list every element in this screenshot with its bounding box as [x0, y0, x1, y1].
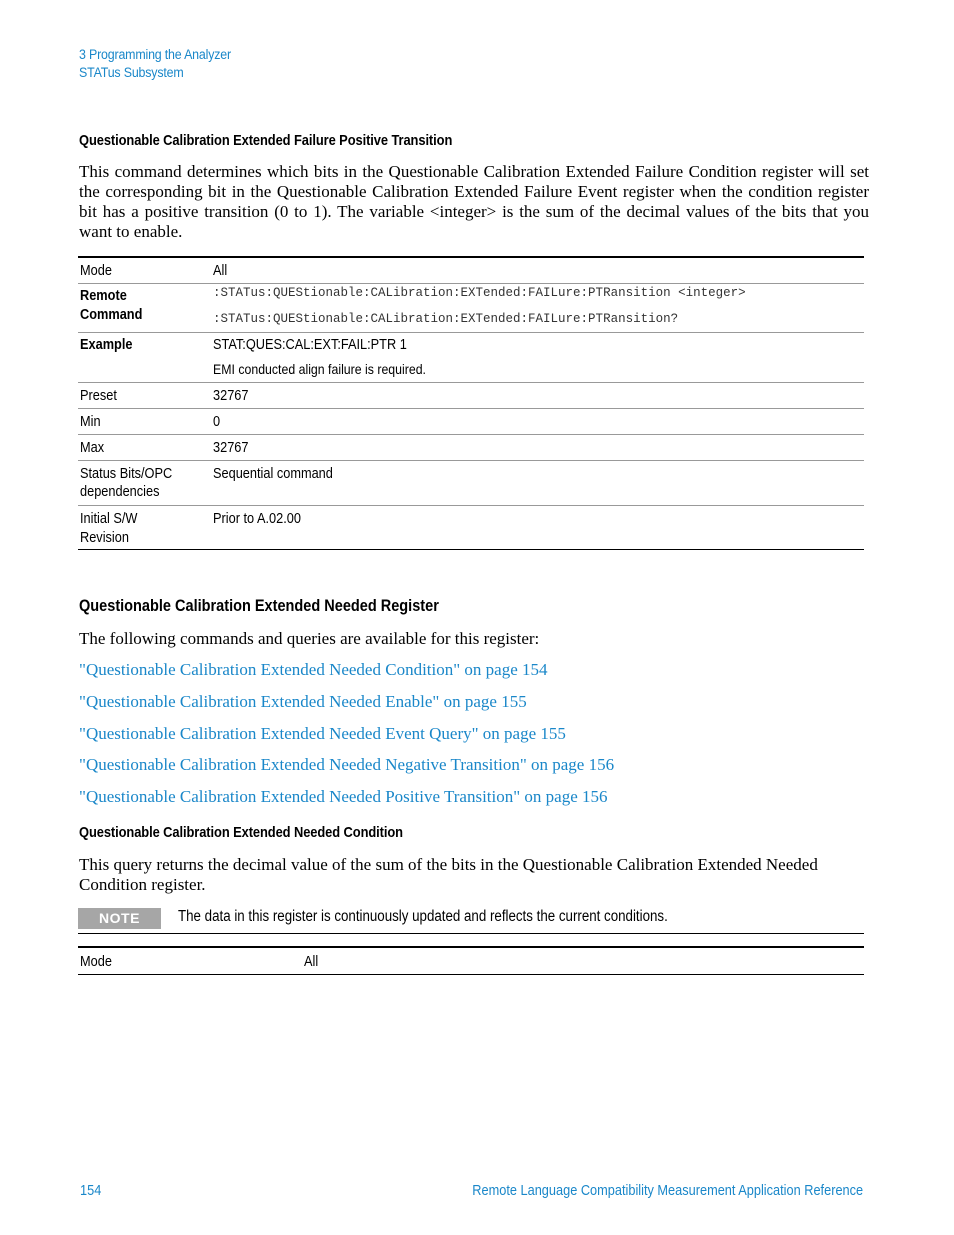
needed-register-heading: Questionable Calibration Extended Needed… [79, 597, 439, 615]
row-label-example: Example [80, 337, 133, 353]
mode-table-value: All [304, 954, 319, 970]
row-label-initial-2: Revision [80, 530, 129, 546]
needed-condition-heading: Questionable Calibration Extended Needed… [79, 824, 403, 841]
table-row-mode: Mode All [78, 258, 864, 284]
row-value-status: Sequential command [213, 466, 333, 482]
link-needed-positive-transition[interactable]: "Questionable Calibration Extended Neede… [79, 787, 608, 807]
mode-table-bottom-rule [78, 974, 864, 975]
page-number: 154 [80, 1183, 102, 1199]
remote-command-query: :STATus:QUEStionable:CALibration:EXTende… [213, 312, 679, 326]
table-row-remote-command: Remote Command :STATus:QUEStionable:CALi… [78, 284, 864, 333]
note-text: The data in this register is continuousl… [178, 908, 668, 925]
breadcrumb-section: STATus Subsystem [79, 65, 184, 80]
link-needed-condition[interactable]: "Questionable Calibration Extended Neede… [79, 660, 548, 680]
row-value-mode: All [213, 263, 228, 279]
table-row-min: Min 0 [78, 409, 864, 435]
example-command: STAT:QUES:CAL:EXT:FAIL:PTR 1 [213, 337, 407, 353]
row-value-max: 32767 [213, 440, 249, 456]
row-label-status-2: dependencies [80, 484, 160, 500]
row-label-status-1: Status Bits/OPC [80, 466, 173, 482]
row-label-mode: Mode [80, 263, 112, 279]
row-value-preset: 32767 [213, 388, 249, 404]
note-badge: NOTE [78, 908, 161, 929]
ptr-description: This command determines which bits in th… [79, 162, 869, 241]
row-label-initial-1: Initial S/W [80, 511, 138, 527]
link-needed-negative-transition[interactable]: "Questionable Calibration Extended Neede… [79, 755, 614, 775]
row-label-remote-2: Command [80, 307, 143, 323]
row-label-min: Min [80, 414, 101, 430]
remote-command-set: :STATus:QUEStionable:CALibration:EXTende… [213, 286, 746, 300]
ptr-heading: Questionable Calibration Extended Failur… [79, 132, 453, 149]
row-label-remote-1: Remote [80, 288, 127, 304]
table-row-initial-revision: Initial S/W Revision Prior to A.02.00 [78, 506, 864, 550]
note-bottom-rule [78, 933, 864, 934]
mode-table-top-rule [78, 946, 864, 948]
row-label-max: Max [80, 440, 105, 456]
link-needed-event-query[interactable]: "Questionable Calibration Extended Neede… [79, 724, 566, 744]
mode-table-label: Mode [80, 954, 112, 970]
table-row-status-bits: Status Bits/OPC dependencies Sequential … [78, 461, 864, 506]
row-value-min: 0 [213, 414, 221, 430]
breadcrumb-chapter: 3 Programming the Analyzer [79, 47, 231, 62]
link-needed-enable[interactable]: "Questionable Calibration Extended Neede… [79, 692, 527, 712]
table-row-max: Max 32767 [78, 435, 864, 461]
row-value-initial: Prior to A.02.00 [213, 511, 301, 527]
needed-register-intro: The following commands and queries are a… [79, 629, 540, 648]
example-note: EMI conducted align failure is required. [213, 361, 426, 377]
row-label-preset: Preset [80, 388, 117, 404]
book-title: Remote Language Compatibility Measuremen… [472, 1183, 863, 1199]
ptr-spec-table: Mode All Remote Command :STATus:QUEStion… [78, 258, 864, 550]
table-row-preset: Preset 32767 [78, 383, 864, 409]
needed-condition-description: This query returns the decimal value of … [79, 855, 818, 894]
table-row-example: Example STAT:QUES:CAL:EXT:FAIL:PTR 1 EMI… [78, 333, 864, 383]
